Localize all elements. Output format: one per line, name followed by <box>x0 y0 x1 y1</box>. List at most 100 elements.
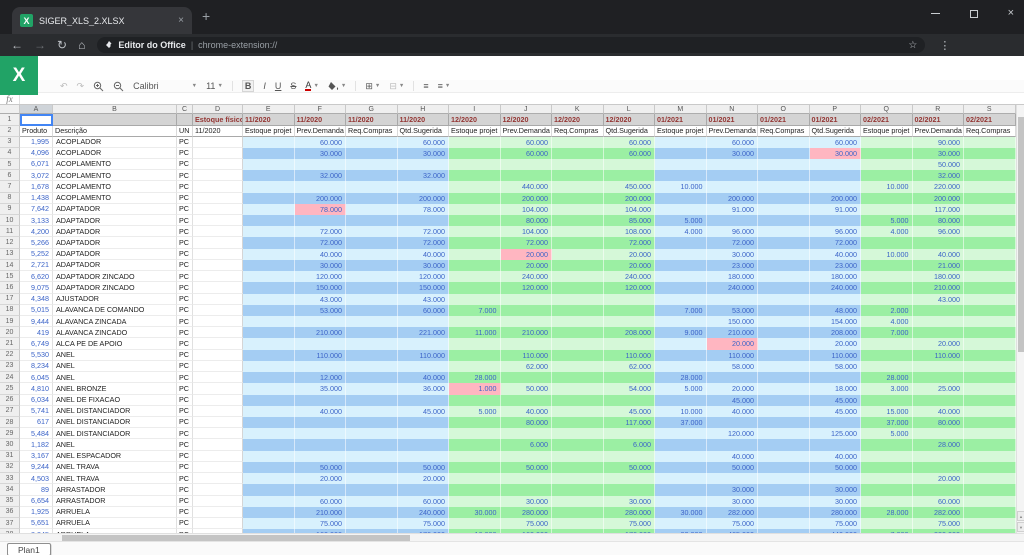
cell-P26[interactable]: 45.000 <box>810 395 862 406</box>
cell-Q1[interactable]: 02/2021 <box>861 114 913 126</box>
cell-L34[interactable] <box>604 484 656 495</box>
cell-N33[interactable] <box>707 473 759 484</box>
cell-Q2[interactable]: Estoque projet <box>861 126 913 137</box>
cell-O13[interactable] <box>758 249 810 260</box>
cell-H22[interactable]: 110.000 <box>398 350 450 361</box>
cell-J21[interactable] <box>501 338 553 349</box>
cell-O32[interactable] <box>758 462 810 473</box>
cell-A15[interactable]: 6,620 <box>20 271 53 282</box>
cell-K13[interactable] <box>552 249 604 260</box>
cell-E27[interactable] <box>243 406 295 417</box>
cell-H2[interactable]: Qtd.Sugerida <box>398 126 450 137</box>
cell-S37[interactable] <box>964 518 1016 529</box>
cell-D12[interactable] <box>193 237 243 248</box>
cell-R6[interactable]: 32.000 <box>913 170 965 181</box>
cell-K25[interactable] <box>552 383 604 394</box>
cell-M7[interactable]: 10.000 <box>655 181 707 192</box>
cell-H10[interactable] <box>398 215 450 226</box>
cell-F31[interactable] <box>295 451 347 462</box>
cell-Q34[interactable] <box>861 484 913 495</box>
cell-G4[interactable] <box>346 148 398 159</box>
cell-Q18[interactable]: 2.000 <box>861 305 913 316</box>
cell-E25[interactable] <box>243 383 295 394</box>
cell-Q37[interactable] <box>861 518 913 529</box>
cell-F20[interactable]: 210.000 <box>295 327 347 338</box>
cell-N23[interactable]: 58.000 <box>707 361 759 372</box>
cell-P37[interactable]: 75.000 <box>810 518 862 529</box>
cell-K11[interactable] <box>552 226 604 237</box>
cell-L37[interactable]: 75.000 <box>604 518 656 529</box>
cell-O30[interactable] <box>758 439 810 450</box>
cell-J2[interactable]: Prev.Demanda <box>501 126 553 137</box>
cell-M25[interactable]: 5.000 <box>655 383 707 394</box>
cell-F17[interactable]: 43.000 <box>295 294 347 305</box>
vertical-scrollbar[interactable]: ▲ ▼ <box>1016 105 1024 533</box>
cell-R16[interactable]: 210.000 <box>913 282 965 293</box>
cell-K5[interactable] <box>552 159 604 170</box>
cell-D33[interactable] <box>193 473 243 484</box>
cell-F36[interactable]: 210.000 <box>295 507 347 518</box>
cell-D9[interactable] <box>193 204 243 215</box>
cell-N21[interactable]: 20.000 <box>707 338 759 349</box>
window-minimize-icon[interactable] <box>931 13 940 14</box>
row-header-20[interactable]: 20 <box>0 327 20 338</box>
cell-K35[interactable] <box>552 496 604 507</box>
zoom-in-icon[interactable] <box>93 81 104 92</box>
cell-N2[interactable]: Prev.Demanda <box>707 126 759 137</box>
cell-C6[interactable]: PC <box>177 170 193 181</box>
cell-C31[interactable]: PC <box>177 451 193 462</box>
cell-F30[interactable] <box>295 439 347 450</box>
col-header-A[interactable]: A <box>20 105 53 114</box>
cell-S13[interactable] <box>964 249 1016 260</box>
cell-B21[interactable]: ALCA PE DE APOIO <box>53 338 177 349</box>
home-icon[interactable]: ⌂ <box>78 38 85 52</box>
row-header-25[interactable]: 25 <box>0 383 20 394</box>
cell-P16[interactable]: 240.000 <box>810 282 862 293</box>
cell-K26[interactable] <box>552 395 604 406</box>
cell-M28[interactable]: 37.000 <box>655 417 707 428</box>
cell-O24[interactable] <box>758 372 810 383</box>
cell-K7[interactable] <box>552 181 604 192</box>
cell-E31[interactable] <box>243 451 295 462</box>
cell-N32[interactable]: 50.000 <box>707 462 759 473</box>
cell-J16[interactable]: 120.000 <box>501 282 553 293</box>
cell-D15[interactable] <box>193 271 243 282</box>
cell-N25[interactable]: 20.000 <box>707 383 759 394</box>
col-header-O[interactable]: O <box>758 105 810 114</box>
col-header-C[interactable]: C <box>177 105 193 114</box>
cell-G12[interactable] <box>346 237 398 248</box>
row-header-13[interactable]: 13 <box>0 249 20 260</box>
cell-F35[interactable]: 60.000 <box>295 496 347 507</box>
cell-E19[interactable] <box>243 316 295 327</box>
col-header-D[interactable]: D <box>193 105 243 114</box>
cell-M6[interactable] <box>655 170 707 181</box>
cell-B16[interactable]: ADAPTADOR ZINCADO <box>53 282 177 293</box>
col-header-J[interactable]: J <box>501 105 553 114</box>
cell-R15[interactable]: 180.000 <box>913 271 965 282</box>
cell-G2[interactable]: Req.Compras <box>346 126 398 137</box>
cell-H18[interactable]: 60.000 <box>398 305 450 316</box>
cell-N36[interactable]: 282.000 <box>707 507 759 518</box>
row-header-33[interactable]: 33 <box>0 473 20 484</box>
cell-D31[interactable] <box>193 451 243 462</box>
cell-I21[interactable] <box>449 338 501 349</box>
cell-R7[interactable]: 220.000 <box>913 181 965 192</box>
cell-A22[interactable]: 5,530 <box>20 350 53 361</box>
cell-I4[interactable] <box>449 148 501 159</box>
cell-L30[interactable]: 6.000 <box>604 439 656 450</box>
cell-M32[interactable] <box>655 462 707 473</box>
cell-A14[interactable]: 2,721 <box>20 260 53 271</box>
cell-A29[interactable]: 5,484 <box>20 428 53 439</box>
cell-O37[interactable] <box>758 518 810 529</box>
row-header-14[interactable]: 14 <box>0 260 20 271</box>
cell-H30[interactable] <box>398 439 450 450</box>
cell-O17[interactable] <box>758 294 810 305</box>
cell-I27[interactable]: 5.000 <box>449 406 501 417</box>
cell-A10[interactable]: 3,133 <box>20 215 53 226</box>
cell-O34[interactable] <box>758 484 810 495</box>
cell-K14[interactable] <box>552 260 604 271</box>
cell-Q10[interactable]: 5.000 <box>861 215 913 226</box>
cell-P3[interactable]: 60.000 <box>810 137 862 148</box>
cell-M19[interactable] <box>655 316 707 327</box>
cell-L10[interactable]: 85.000 <box>604 215 656 226</box>
